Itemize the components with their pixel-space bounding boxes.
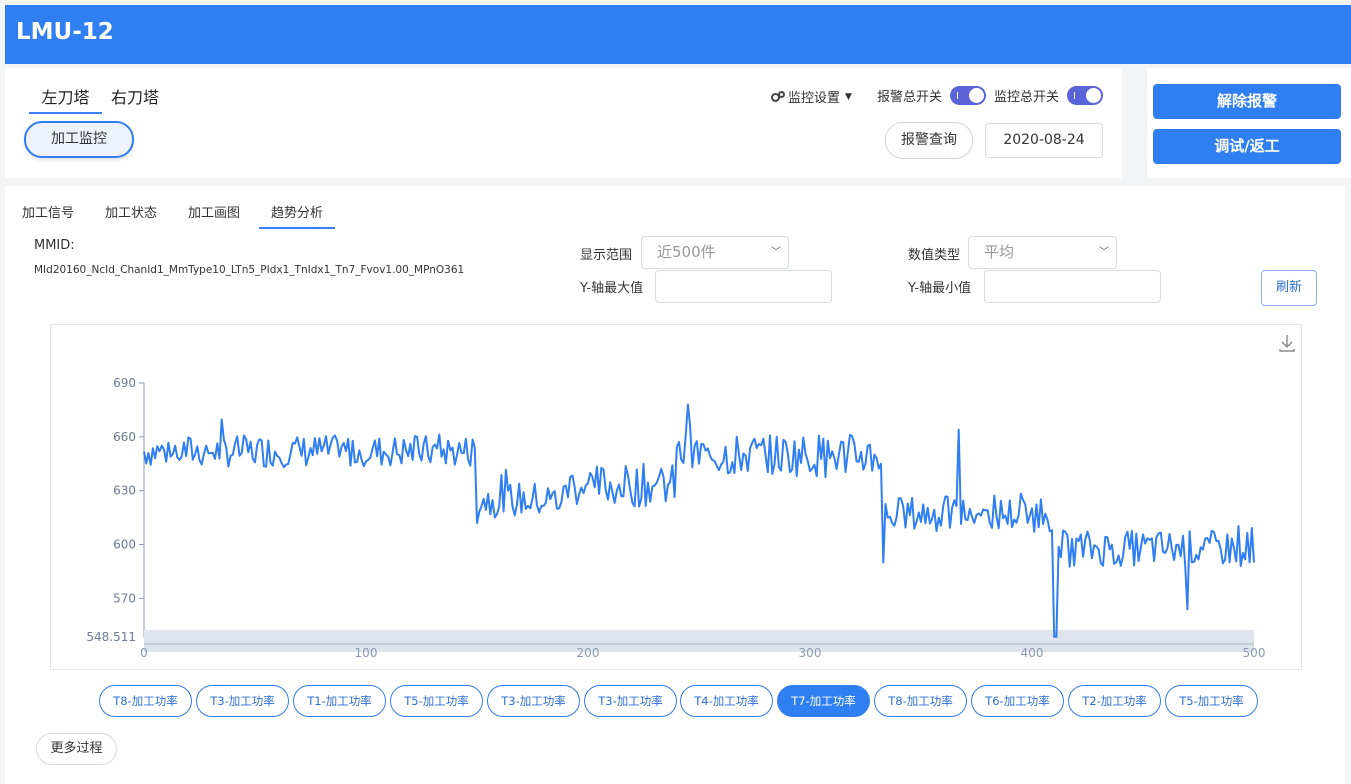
caret-down-icon: ▼ — [845, 91, 852, 102]
debug-rework-button[interactable]: 调试/返工 — [1153, 129, 1341, 164]
trend-chart: 690 660 630 600 570 548.511 0 100 200 300 400 500 — [50, 324, 1302, 670]
series-button-4[interactable]: T3-加工功率 — [487, 685, 580, 717]
value-type-label: 数值类型 — [908, 248, 961, 263]
series-button-9[interactable]: T6-加工功率 — [971, 685, 1064, 717]
monitor-settings-label: 监控设置 — [788, 91, 841, 106]
y-tick-label: 660 — [113, 430, 136, 444]
ymin-input[interactable] — [984, 270, 1161, 303]
ymax-label: Y-轴最大值 — [580, 281, 644, 296]
tab-trend-analysis[interactable]: 趋势分析 — [259, 202, 336, 229]
series-button-0[interactable]: T8-加工功率 — [99, 685, 192, 717]
ymin-label: Y-轴最小值 — [908, 281, 972, 296]
header-bar: LMU-12 — [5, 5, 1351, 64]
series-line — [143, 403, 1255, 638]
series-button-3[interactable]: T5-加工功率 — [390, 685, 483, 717]
control-panel: 左刀塔 右刀塔 加工监控 监控设置 ▼ 报警总开关 监控总开关 报警查询 202… — [5, 68, 1122, 178]
chevron-down-icon: ﹀ — [1099, 247, 1109, 258]
monitor-switch-label: 监控总开关 — [994, 90, 1060, 105]
value-type-value: 平均 — [984, 243, 1015, 261]
ymax-input[interactable] — [655, 270, 832, 303]
series-button-2[interactable]: T1-加工功率 — [293, 685, 386, 717]
x-tick-label: 500 — [1243, 646, 1266, 660]
mmid-value: MId20160_NcId_ChanId1_MmType10_LTn5_PIdx… — [34, 264, 465, 276]
clear-alarm-button[interactable]: 解除报警 — [1153, 84, 1341, 119]
tab-machining-status[interactable]: 加工状态 — [105, 202, 157, 221]
tab-right-turret[interactable]: 右刀塔 — [111, 84, 159, 108]
trend-chart-svg: 690 660 630 600 570 548.511 0 100 200 300 400 500 — [86, 335, 1295, 660]
y-tick-label: 690 — [113, 376, 136, 390]
tab-machining-signal[interactable]: 加工信号 — [22, 202, 74, 221]
alarm-master-toggle[interactable] — [950, 86, 986, 105]
more-processes-button[interactable]: 更多过程 — [36, 733, 117, 765]
date-picker[interactable]: 2020-08-24 — [985, 123, 1103, 158]
machining-monitor-button[interactable]: 加工监控 — [24, 121, 134, 158]
display-range-label: 显示范围 — [580, 248, 633, 263]
display-range-select[interactable]: 近500件 ﹀ — [641, 236, 789, 269]
refresh-button[interactable]: 刷新 — [1261, 270, 1317, 306]
y-tick-label: 600 — [113, 538, 136, 552]
x-tick-label: 400 — [1021, 646, 1044, 660]
display-range-value: 近500件 — [657, 243, 716, 261]
trend-panel: 加工信号 加工状态 加工画图 趋势分析 MMID: MId20160_NcId_… — [5, 186, 1345, 784]
alarm-query-button[interactable]: 报警查询 — [885, 122, 973, 159]
x-tick-label: 200 — [577, 646, 600, 660]
series-button-10[interactable]: T2-加工功率 — [1068, 685, 1161, 717]
series-button-6[interactable]: T4-加工功率 — [680, 685, 773, 717]
series-button-7[interactable]: T7-加工功率 — [777, 685, 870, 717]
gear-icon — [771, 90, 785, 103]
tab-machining-drawing[interactable]: 加工画图 — [188, 202, 240, 221]
y-tick-label: 570 — [113, 591, 136, 605]
zoom-slider — [144, 630, 1254, 652]
alarm-switch-label: 报警总开关 — [877, 90, 943, 105]
value-type-select[interactable]: 平均 ﹀ — [968, 236, 1117, 269]
series-button-1[interactable]: T3-加工功率 — [196, 685, 289, 717]
x-tick-label: 300 — [799, 646, 822, 660]
tab-left-turret[interactable]: 左刀塔 — [29, 84, 102, 114]
series-button-11[interactable]: T5-加工功率 — [1165, 685, 1258, 717]
action-panel: 解除报警 调试/返工 — [1147, 68, 1351, 178]
series-button-5[interactable]: T3-加工功率 — [584, 685, 677, 717]
x-tick-label: 100 — [355, 646, 378, 660]
download-icon[interactable] — [1279, 335, 1295, 352]
x-tick-label: 0 — [140, 646, 148, 660]
chevron-down-icon: ﹀ — [771, 247, 781, 258]
series-button-8[interactable]: T8-加工功率 — [874, 685, 967, 717]
y-min-label: 548.511 — [86, 630, 136, 644]
mmid-label: MMID: — [34, 238, 75, 253]
monitor-master-toggle[interactable] — [1067, 86, 1103, 105]
monitor-settings-dropdown[interactable]: 监控设置 ▼ — [771, 87, 852, 106]
y-tick-label: 630 — [113, 484, 136, 498]
app-title: LMU-12 — [16, 19, 114, 45]
